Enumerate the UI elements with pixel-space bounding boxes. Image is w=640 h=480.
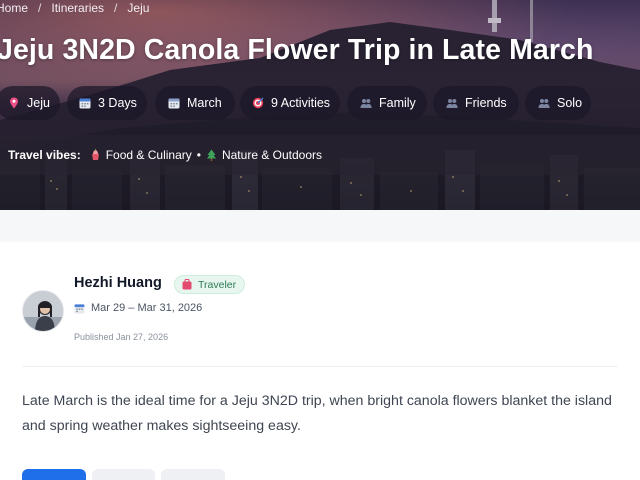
hero-banner: Home / Itineraries / Jeju Jeju 3N2D Cano… — [0, 0, 640, 210]
people-icon — [446, 99, 458, 108]
section-spacer — [0, 210, 640, 242]
tab-second[interactable] — [92, 469, 155, 480]
tab-third[interactable] — [161, 469, 225, 480]
chip-location[interactable]: Jeju — [0, 86, 60, 120]
chip-label: 9 Activities — [271, 96, 331, 110]
calendar-icon — [79, 98, 91, 109]
avatar-photo — [23, 291, 63, 331]
location-pin-icon — [10, 97, 18, 109]
calendar-icon — [74, 303, 85, 314]
travel-vibes-label: Travel vibes: — [8, 148, 81, 162]
chip-solo[interactable]: Solo — [525, 86, 591, 120]
tab-active[interactable] — [22, 469, 86, 480]
breadcrumb-home[interactable]: Home — [0, 1, 28, 15]
chip-label: Solo — [557, 96, 583, 110]
chip-activities[interactable]: 9 Activities — [240, 86, 340, 120]
people-icon — [538, 99, 550, 108]
trip-dates-text: Mar 29 – Mar 31, 2026 — [91, 302, 203, 314]
vibe-separator: • — [196, 148, 201, 162]
avatar[interactable] — [22, 290, 64, 332]
chip-family[interactable]: Family — [347, 86, 427, 120]
breadcrumb-jeju[interactable]: Jeju — [127, 1, 149, 15]
published-date: Published Jan 27, 2026 — [74, 332, 169, 342]
author-name[interactable]: Hezhi Huang — [74, 275, 162, 291]
people-icon — [360, 99, 372, 108]
chip-friends[interactable]: Friends — [433, 86, 519, 120]
tree-icon — [206, 149, 216, 161]
divider — [22, 366, 618, 367]
chip-label: March — [187, 96, 222, 110]
chip-label: Jeju — [27, 96, 50, 110]
target-icon — [252, 97, 264, 109]
chip-duration[interactable]: 3 Days — [67, 86, 147, 120]
luggage-icon — [182, 279, 192, 290]
breadcrumb-separator: / — [38, 1, 42, 15]
calendar-icon — [168, 98, 180, 109]
travel-vibes: Travel vibes: Food & Culinary • Nature &… — [0, 135, 640, 175]
chip-label: 3 Days — [98, 96, 137, 110]
page-title: Jeju 3N2D Canola Flower Trip in Late Mar… — [0, 34, 594, 66]
trip-dates: Mar 29 – Mar 31, 2026 — [74, 302, 202, 314]
breadcrumb: Home / Itineraries / Jeju — [0, 0, 149, 16]
food-icon — [91, 149, 99, 160]
breadcrumb-itineraries[interactable]: Itineraries — [51, 1, 104, 15]
vibe-label: Food & Culinary — [105, 148, 192, 162]
chip-label: Family — [379, 96, 416, 110]
chip-label: Friends — [465, 96, 507, 110]
vibe-label: Nature & Outdoors — [221, 148, 323, 162]
chip-month[interactable]: March — [155, 86, 235, 120]
trip-description: Late March is the ideal time for a Jeju … — [22, 393, 612, 434]
badge-label: Traveler — [198, 278, 237, 291]
traveler-badge: Traveler — [174, 275, 246, 294]
vibe-food[interactable]: Food & Culinary — [90, 148, 192, 162]
breadcrumb-separator: / — [114, 1, 118, 15]
vibe-nature[interactable]: Nature & Outdoors — [206, 148, 322, 162]
